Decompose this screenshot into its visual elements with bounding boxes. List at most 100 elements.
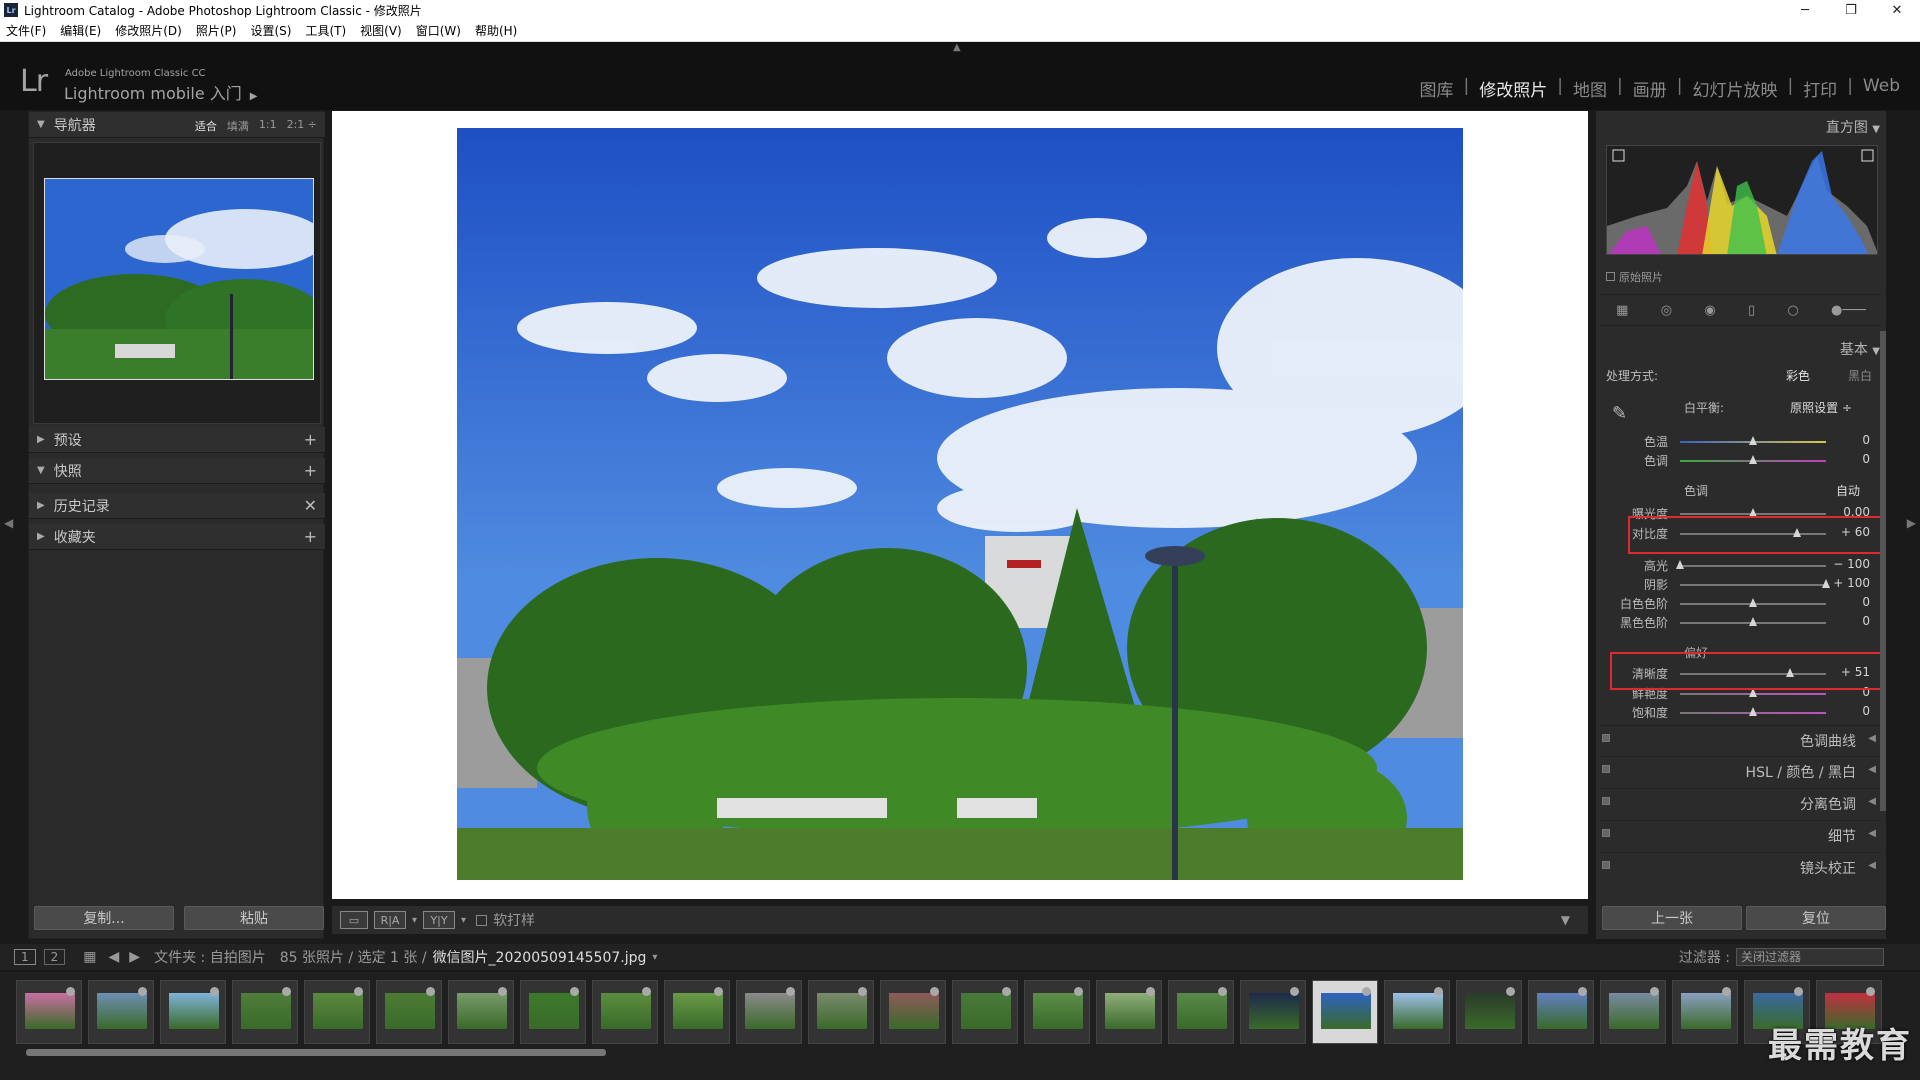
saturation-value[interactable]: 0	[1830, 704, 1870, 718]
filmstrip-thumbnail[interactable]	[1240, 980, 1306, 1044]
filmstrip-thumbnail[interactable]	[448, 980, 514, 1044]
white-balance-select[interactable]: 原照设置 ÷	[1790, 399, 1852, 416]
filmstrip-thumbnail[interactable]	[88, 980, 154, 1044]
maximize-button[interactable]: ❐	[1828, 0, 1874, 20]
temperature-slider[interactable]: 色温 0	[1596, 433, 1886, 451]
zoom-fill[interactable]: 填满	[227, 118, 249, 134]
histogram-header[interactable]: 直方图 ▼	[1826, 117, 1880, 137]
history-panel-header[interactable]: ▶ 历史记录 ✕	[29, 493, 325, 519]
whites-value[interactable]: 0	[1830, 595, 1870, 609]
shadows-slider[interactable]: 阴影 + 100	[1596, 576, 1886, 594]
module-map[interactable]: 地图	[1563, 76, 1617, 101]
filmstrip-thumbnail[interactable]	[304, 980, 370, 1044]
spot-removal-tool-icon[interactable]: ◎	[1661, 303, 1672, 318]
menu-view[interactable]: 视图(V)	[360, 22, 402, 39]
close-button[interactable]: ✕	[1874, 0, 1920, 20]
before-after-tb-button[interactable]: Y|Y	[423, 911, 456, 929]
filmstrip-scrollbar[interactable]	[26, 1049, 606, 1056]
reset-button[interactable]: 复位	[1746, 906, 1886, 930]
shadows-knob[interactable]	[1822, 579, 1830, 588]
menu-edit[interactable]: 编辑(E)	[60, 22, 101, 39]
module-develop[interactable]: 修改照片	[1469, 76, 1557, 101]
detail-panel-header[interactable]: 细节 ◀	[1600, 820, 1882, 846]
module-web[interactable]: Web	[1853, 76, 1910, 101]
top-panel-toggle-icon[interactable]: ▲	[953, 42, 961, 53]
filmstrip-thumbnail[interactable]	[1600, 980, 1666, 1044]
filmstrip-thumbnail[interactable]	[520, 980, 586, 1044]
filmstrip-thumbnail[interactable]	[1312, 980, 1378, 1044]
selected-filename[interactable]: 微信图片_20200509145507.jpg	[433, 947, 647, 967]
auto-tone-button[interactable]: 自动	[1836, 482, 1860, 499]
highlights-value[interactable]: − 100	[1830, 557, 1870, 571]
add-preset-button[interactable]: +	[304, 430, 317, 449]
zoom-1-1[interactable]: 1:1	[259, 118, 277, 134]
grid-view-icon[interactable]: ▦	[83, 949, 96, 965]
filmstrip-thumbnail[interactable]	[232, 980, 298, 1044]
copy-settings-button[interactable]: 复制...	[34, 906, 174, 930]
blacks-knob[interactable]	[1749, 617, 1757, 626]
menu-window[interactable]: 窗口(W)	[416, 22, 461, 39]
before-after-lr-button[interactable]: R|A	[374, 911, 406, 929]
presets-panel-header[interactable]: ▶ 预设 +	[29, 427, 325, 453]
tone-curve-panel-header[interactable]: 色调曲线 ◀	[1600, 725, 1882, 751]
dropdown-arrow-icon[interactable]: ▾	[652, 952, 657, 963]
split-toning-panel-header[interactable]: 分离色调 ◀	[1600, 788, 1882, 814]
tint-knob[interactable]	[1749, 455, 1757, 464]
panel-switch-icon[interactable]	[1602, 829, 1610, 837]
identity-mobile-link[interactable]: Lightroom mobile 入门 ▶	[64, 80, 257, 104]
saturation-knob[interactable]	[1749, 707, 1757, 716]
tint-slider[interactable]: 色调 0	[1596, 452, 1886, 470]
collections-panel-header[interactable]: ▶ 收藏夹 +	[29, 524, 325, 550]
menu-help[interactable]: 帮助(H)	[475, 22, 517, 39]
minimize-button[interactable]: ─	[1782, 0, 1828, 20]
temperature-value[interactable]: 0	[1830, 433, 1870, 447]
panel-switch-icon[interactable]	[1602, 797, 1610, 805]
navigator-preview-image[interactable]	[44, 178, 314, 380]
filmstrip-thumbnail[interactable]	[880, 980, 946, 1044]
right-panel-toggle-icon[interactable]: ▶	[1907, 516, 1916, 530]
filmstrip-thumbnail[interactable]	[664, 980, 730, 1044]
filmstrip-thumbnail[interactable]	[592, 980, 658, 1044]
filmstrip-thumbnail[interactable]	[16, 980, 82, 1044]
module-slideshow[interactable]: 幻灯片放映	[1682, 76, 1787, 101]
menu-file[interactable]: 文件(F)	[6, 22, 46, 39]
radial-filter-icon[interactable]: ○	[1787, 303, 1798, 318]
highlights-slider[interactable]: 高光 − 100	[1596, 557, 1886, 575]
menu-photo[interactable]: 照片(P)	[196, 22, 237, 39]
filmstrip-thumbnail[interactable]	[808, 980, 874, 1044]
previous-photo-button[interactable]: 上一张	[1602, 906, 1742, 930]
back-arrow-icon[interactable]: ◀	[109, 949, 120, 965]
original-photo-checkbox[interactable]	[1606, 272, 1615, 281]
snapshots-panel-header[interactable]: ▼ 快照 +	[29, 458, 325, 484]
lens-correction-panel-header[interactable]: 镜头校正 ◀	[1600, 852, 1882, 878]
highlights-track[interactable]	[1680, 565, 1826, 567]
filmstrip-thumbnail[interactable]	[1096, 980, 1162, 1044]
basic-panel-header[interactable]: 基本 ▼	[1840, 339, 1880, 359]
add-collection-button[interactable]: +	[304, 527, 317, 546]
histogram[interactable]	[1606, 145, 1878, 255]
zoom-fit[interactable]: 适合	[195, 118, 217, 134]
left-panel-toggle-icon[interactable]: ◀	[4, 516, 13, 530]
panel-switch-icon[interactable]	[1602, 765, 1610, 773]
menu-develop[interactable]: 修改照片(D)	[115, 22, 182, 39]
navigator-header[interactable]: ▼ 导航器 适合 填满 1:1 2:1 ÷	[29, 112, 325, 138]
filter-select[interactable]: 关闭过滤器	[1736, 948, 1884, 966]
filmstrip-thumbnail[interactable]	[736, 980, 802, 1044]
filmstrip-thumbnail[interactable]	[1384, 980, 1450, 1044]
filmstrip-thumbnail[interactable]	[1528, 980, 1594, 1044]
saturation-slider[interactable]: 饱和度 0	[1596, 704, 1886, 722]
whites-knob[interactable]	[1749, 598, 1757, 607]
adjustment-brush-icon[interactable]: ●───	[1831, 303, 1866, 318]
shadows-value[interactable]: + 100	[1830, 576, 1870, 590]
loupe-view-icon[interactable]: ▭	[340, 911, 368, 929]
treatment-bw-option[interactable]: 黑白	[1848, 367, 1872, 384]
filmstrip-thumbnail[interactable]	[1024, 980, 1090, 1044]
softproof-checkbox[interactable]	[476, 914, 488, 926]
original-photo-toggle[interactable]: 原始照片	[1606, 269, 1663, 285]
toolbar-menu-icon[interactable]: ▼	[1561, 913, 1570, 927]
clear-history-button[interactable]: ✕	[304, 496, 317, 515]
menu-settings[interactable]: 设置(S)	[250, 22, 291, 39]
graduated-filter-icon[interactable]: ▯	[1748, 303, 1755, 318]
crop-tool-icon[interactable]: ▦	[1616, 303, 1628, 318]
primary-display-button[interactable]: 1	[14, 949, 36, 965]
